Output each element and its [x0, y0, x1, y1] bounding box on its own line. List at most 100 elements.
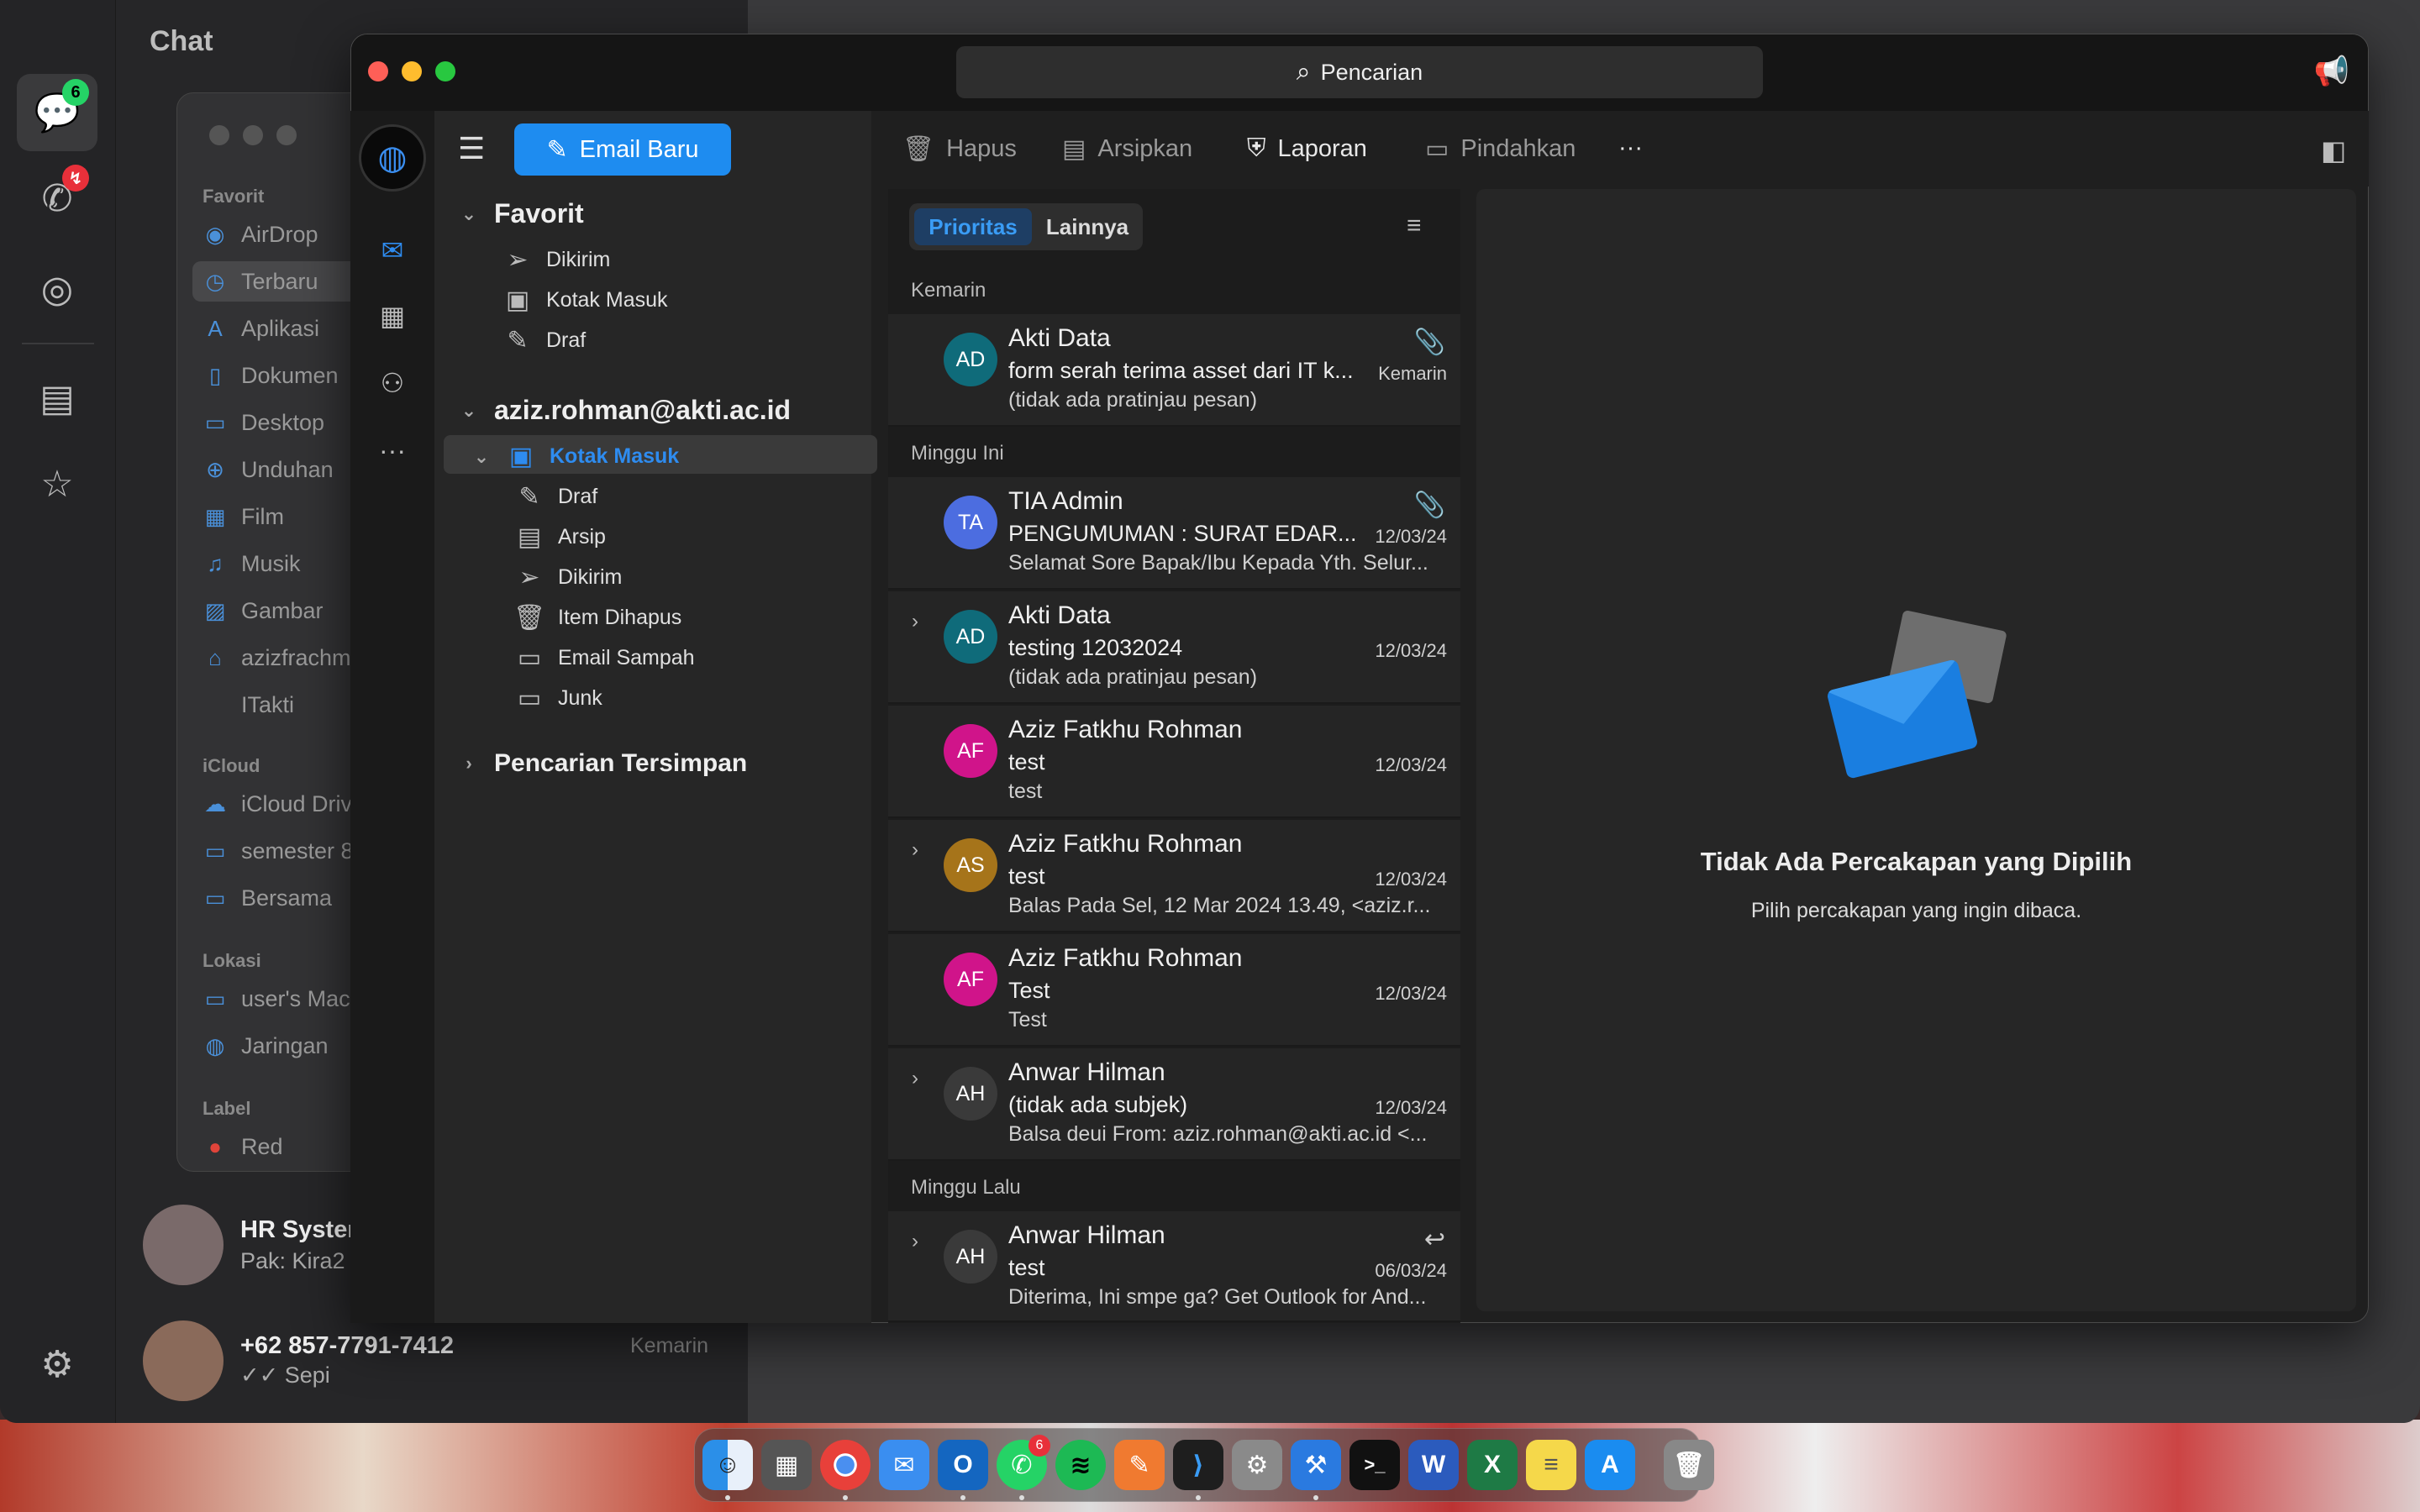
chats-rail-button[interactable]: 💬 6	[17, 74, 97, 151]
more-actions-button[interactable]: ···	[1618, 134, 1643, 162]
avatar: AS	[944, 838, 997, 892]
chrome-dock-icon[interactable]	[820, 1440, 871, 1490]
folder-drafts[interactable]: ✎ Draf	[513, 482, 597, 512]
message-row[interactable]: AF Aziz Fatkhu Rohman test test 12/03/24	[888, 706, 1460, 818]
settings-rail-button[interactable]: ⚙	[17, 1326, 97, 1403]
move-label: Pindahkan	[1460, 135, 1576, 162]
folder-junk[interactable]: ▭ Junk	[513, 684, 602, 713]
chat-name[interactable]: +62 857-7791-7412	[240, 1332, 454, 1360]
filter-icon[interactable]: ≡	[1407, 212, 1422, 240]
reading-pane-toggle-icon[interactable]: ◧	[2321, 134, 2346, 166]
hamburger-icon[interactable]: ☰	[458, 131, 485, 166]
folder-sent[interactable]: ➢ Dikirim	[513, 563, 622, 592]
empty-state-title: Tidak Ada Percakapan yang Dipilih	[1700, 847, 2133, 876]
report-button[interactable]: ⛨ Laporan	[1247, 134, 1367, 163]
airdrop-icon: ◉	[205, 221, 225, 247]
app-rail	[350, 111, 434, 1323]
chevron-right-icon[interactable]: ›	[912, 1230, 918, 1253]
group-header: Kemarin	[911, 279, 986, 302]
trash-dock-icon[interactable]: 🗑	[1664, 1440, 1714, 1490]
message-sender: Akti Data	[1008, 324, 1111, 352]
status-rail-button[interactable]: ◎	[17, 250, 97, 328]
saved-searches-group[interactable]: › Pencarian Tersimpan	[460, 749, 747, 778]
mail-dock-icon[interactable]: ✉	[879, 1440, 929, 1490]
tab-focused[interactable]: Prioritas	[914, 208, 1032, 245]
message-row[interactable]: TA TIA Admin PENGUMUMAN : SURAT EDAR... …	[888, 477, 1460, 590]
mail-icon[interactable]: ✉	[372, 230, 413, 270]
excel-dock-icon[interactable]: X	[1467, 1440, 1518, 1490]
avatar[interactable]	[143, 1320, 224, 1401]
folder-inbox[interactable]: ⌄ ▣ Kotak Masuk	[469, 442, 679, 471]
minimize-light[interactable]	[402, 61, 422, 81]
message-row[interactable]: › AH Anwar Hilman (tidak ada subjek) Bal…	[888, 1048, 1460, 1161]
nav-label: Kotak Masuk	[550, 444, 680, 468]
finder-dock-icon[interactable]: ☺	[702, 1440, 753, 1490]
fav-sent[interactable]: ➢ Dikirim	[501, 245, 610, 275]
folder-deleted[interactable]: 🗑 Item Dihapus	[513, 603, 681, 633]
folder-archive[interactable]: ▤ Arsip	[513, 522, 606, 552]
calls-rail-button[interactable]: ✆ ↯	[17, 160, 97, 237]
shield-icon: ⛨	[1247, 134, 1266, 162]
fav-drafts[interactable]: ✎ Draf	[501, 326, 586, 355]
globe-icon[interactable]: ◍	[359, 124, 426, 192]
app-store-dock-icon[interactable]: A	[1585, 1440, 1635, 1490]
message-row[interactable]: › AD Akti Data testing 12032024 (tidak a…	[888, 591, 1460, 704]
nav-label: Email Sampah	[558, 646, 695, 669]
delete-button[interactable]: 🗑 Hapus	[902, 134, 1017, 164]
terminal-dock-icon[interactable]: >_	[1349, 1440, 1400, 1490]
megaphone-icon[interactable]: 📢	[2314, 55, 2349, 88]
more-apps-icon[interactable]: ···	[372, 430, 413, 470]
close-light[interactable]	[209, 125, 229, 145]
junk-folder-icon: ▭	[517, 644, 542, 672]
outlook-dock-icon[interactable]: O	[938, 1440, 988, 1490]
message-row[interactable]: › AS Aziz Fatkhu Rohman test Balas Pada …	[888, 820, 1460, 932]
message-sender: Aziz Fatkhu Rohman	[1008, 944, 1243, 972]
running-indicator	[960, 1495, 965, 1500]
tab-other[interactable]: Lainnya	[1037, 208, 1138, 245]
people-icon[interactable]: ⚇	[372, 363, 413, 403]
message-date: 06/03/24	[1375, 1260, 1447, 1281]
avatar[interactable]	[143, 1205, 224, 1285]
vscode-dock-icon[interactable]: ⟩	[1173, 1440, 1223, 1490]
chevron-right-icon[interactable]: ›	[912, 610, 918, 633]
chevron-right-icon[interactable]: ›	[912, 838, 918, 862]
message-subject: (tidak ada subjek)	[1008, 1092, 1188, 1117]
launchpad-dock-icon[interactable]: ▦	[761, 1440, 812, 1490]
zoom-light[interactable]	[276, 125, 297, 145]
archive-rail-button[interactable]: ▤	[17, 360, 97, 437]
message-date: 12/03/24	[1375, 1097, 1447, 1118]
starred-rail-button[interactable]: ☆	[17, 445, 97, 522]
zoom-light[interactable]	[435, 61, 455, 81]
folder-junk-email[interactable]: ▭ Email Sampah	[513, 643, 695, 673]
word-dock-icon[interactable]: W	[1408, 1440, 1459, 1490]
xcode-dock-icon[interactable]: ⚒	[1291, 1440, 1341, 1490]
more-label: ···	[1618, 134, 1643, 161]
chats-badge: 6	[62, 79, 89, 106]
minimize-light[interactable]	[243, 125, 263, 145]
calendar-icon[interactable]: ▦	[372, 296, 413, 336]
chevron-right-icon[interactable]: ›	[912, 1067, 918, 1090]
message-row[interactable]: AF Aziz Fatkhu Rohman Test Test 12/03/24	[888, 934, 1460, 1047]
account-group[interactable]: ⌄ aziz.rohman@akti.ac.id	[460, 395, 791, 426]
message-row[interactable]: AD Akti Data form serah terima asset dar…	[888, 314, 1460, 427]
inbox-icon: ▣	[505, 286, 530, 314]
message-subject: form serah terima asset dari IT k...	[1008, 358, 1354, 383]
message-row[interactable]: › AH Anwar Hilman test Diterima, Ini smp…	[888, 1211, 1460, 1322]
finder-item-label: Gambar	[241, 597, 324, 623]
message-date: Kemarin	[1378, 363, 1447, 384]
nav-label: Draf	[546, 328, 587, 352]
new-email-button[interactable]: ✎ Email Baru	[514, 123, 731, 176]
move-button[interactable]: ▭ Pindahkan	[1425, 134, 1576, 164]
system-settings-dock-icon[interactable]: ⚙	[1232, 1440, 1282, 1490]
chat-name[interactable]: HR Syster	[240, 1216, 357, 1244]
spotify-dock-icon[interactable]: ≋	[1055, 1440, 1106, 1490]
archive-button[interactable]: ▤ Arsipkan	[1062, 134, 1192, 164]
fav-inbox[interactable]: ▣ Kotak Masuk	[501, 286, 668, 315]
pencil-app-dock-icon[interactable]: ✎	[1114, 1440, 1165, 1490]
favorites-group[interactable]: ⌄ Favorit	[460, 198, 584, 229]
search-box[interactable]: ⌕ Pencarian	[956, 46, 1763, 98]
new-email-label: Email Baru	[579, 135, 699, 163]
notes-dock-icon[interactable]: ≡	[1526, 1440, 1576, 1490]
close-light[interactable]	[368, 61, 388, 81]
running-indicator	[1196, 1495, 1201, 1500]
